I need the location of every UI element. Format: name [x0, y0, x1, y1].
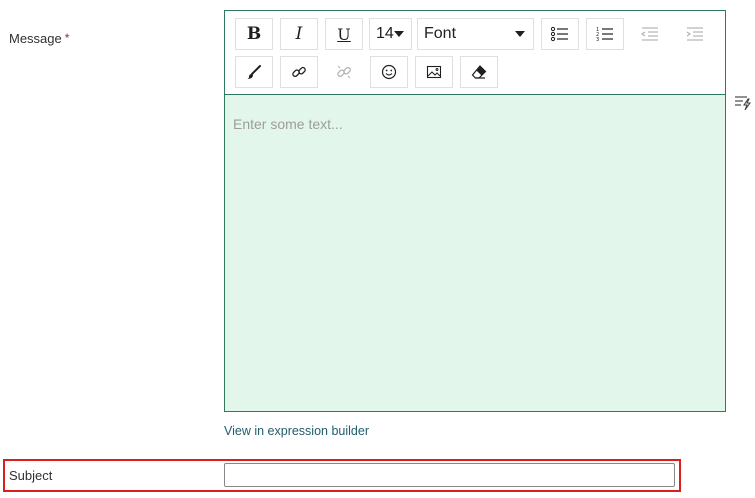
- dynamic-content-icon[interactable]: [734, 93, 752, 111]
- italic-icon: I: [295, 24, 303, 44]
- decrease-indent-button[interactable]: [631, 18, 669, 50]
- decrease-indent-icon: [641, 27, 658, 41]
- emoji-button[interactable]: [370, 56, 408, 88]
- italic-button[interactable]: I: [280, 18, 318, 50]
- subject-label: Subject: [9, 468, 53, 483]
- smiley-icon: [381, 64, 397, 80]
- message-label: Message *: [9, 31, 69, 46]
- eraser-icon: [471, 65, 487, 79]
- editor-placeholder: Enter some text...: [233, 116, 343, 132]
- brush-icon: [247, 65, 261, 79]
- increase-indent-icon: [686, 27, 703, 41]
- required-asterisk: *: [64, 31, 70, 45]
- underline-icon: U: [337, 24, 351, 44]
- editor-toolbar: B I U 14 Font 1 2 3: [225, 11, 725, 95]
- bold-button[interactable]: B: [235, 18, 273, 50]
- unlink-icon: [337, 65, 351, 79]
- bullet-list-button[interactable]: [541, 18, 579, 50]
- font-size-dropdown[interactable]: 14: [369, 18, 412, 50]
- font-size-value: 14: [376, 25, 394, 42]
- chevron-down-icon: [393, 31, 404, 37]
- chevron-down-icon: [515, 31, 525, 37]
- view-expression-builder-link[interactable]: View in expression builder: [224, 424, 369, 438]
- insert-link-button[interactable]: [280, 56, 318, 88]
- insert-image-button[interactable]: [415, 56, 453, 88]
- font-value: Font: [424, 25, 457, 42]
- clear-formatting-button[interactable]: [460, 56, 498, 88]
- svg-text:3: 3: [596, 37, 599, 42]
- font-dropdown[interactable]: Font: [417, 18, 534, 50]
- increase-indent-button[interactable]: [676, 18, 714, 50]
- text-color-button[interactable]: [235, 56, 273, 88]
- editor-content-area[interactable]: Enter some text...: [225, 95, 725, 411]
- numbered-list-button[interactable]: 1 2 3: [586, 18, 624, 50]
- message-editor: B I U 14 Font 1 2 3 Enter some text...: [224, 10, 726, 412]
- remove-link-button[interactable]: [325, 56, 363, 88]
- numbered-list-icon: 1 2 3: [596, 27, 613, 42]
- underline-button[interactable]: U: [325, 18, 363, 50]
- subject-input[interactable]: [224, 463, 675, 487]
- message-label-text: Message: [9, 31, 62, 46]
- bold-icon: B: [246, 24, 262, 44]
- bullet-list-icon: [551, 26, 568, 42]
- image-icon: [426, 65, 442, 79]
- link-icon: [292, 66, 306, 78]
